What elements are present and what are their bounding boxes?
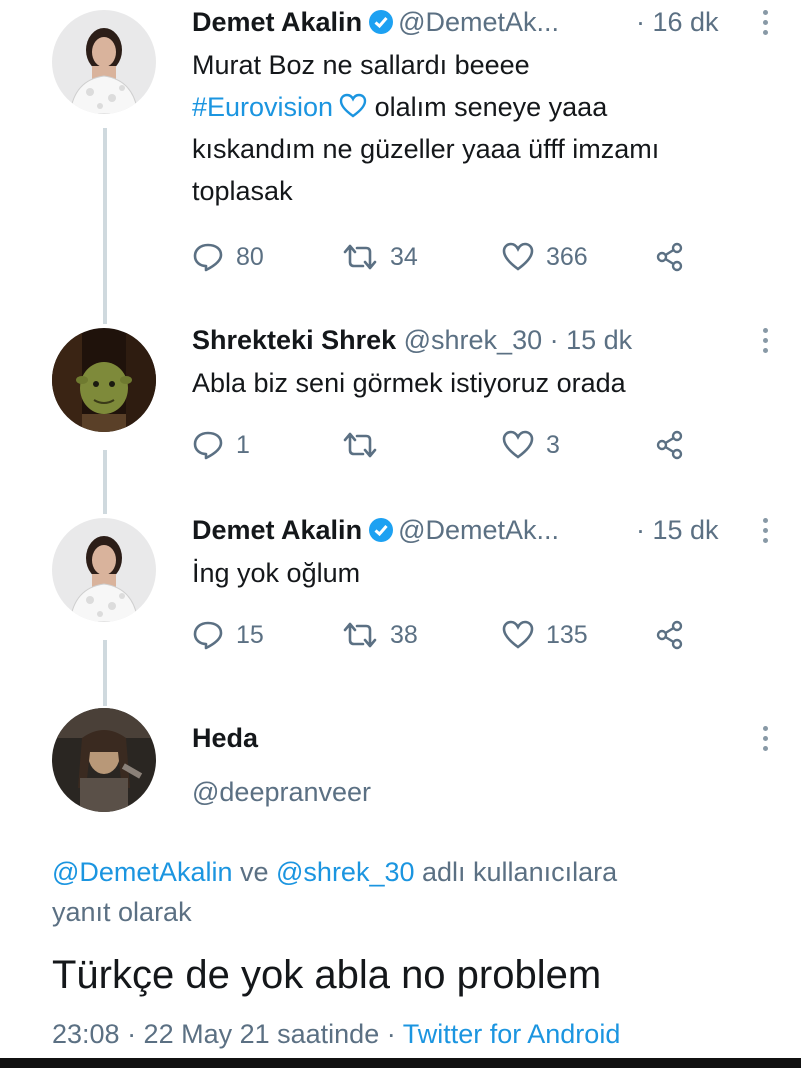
share-button[interactable] <box>654 240 698 274</box>
more-options-icon[interactable] <box>759 328 771 358</box>
tweet-text: Murat Boz ne sallardı beeee #Eurovision … <box>192 44 659 212</box>
reply-connector: ve <box>232 857 277 887</box>
avatar-demet-akalin[interactable] <box>52 518 156 622</box>
retweet-count: 34 <box>390 242 418 271</box>
share-button[interactable] <box>654 428 698 462</box>
tweet-actions: 80 34 366 <box>192 240 712 274</box>
user-handle[interactable]: @DemetAk... <box>398 515 559 545</box>
thread-line <box>103 640 107 706</box>
display-name[interactable]: Demet Akalin <box>192 7 362 37</box>
reply-suffix: yanıt olarak <box>52 897 192 927</box>
verified-badge-icon <box>369 10 394 34</box>
like-icon <box>502 242 534 271</box>
thread-line <box>103 128 107 324</box>
tweet-header: Shrekteki Shrek @shrek_30 · 15 dk <box>192 324 632 356</box>
tweet-actions: 1 3 <box>192 428 712 462</box>
tweet-text-line: #Eurovision olalım seneye yaaa <box>192 86 659 128</box>
reply-icon <box>193 431 223 460</box>
avatar-heda[interactable] <box>52 708 156 812</box>
display-name[interactable]: Shrekteki Shrek <box>192 325 396 355</box>
tweet-text: Abla biz seni görmek istiyoruz orada <box>192 368 626 398</box>
retweet-button[interactable]: 38 <box>342 618 418 652</box>
share-icon <box>656 242 683 272</box>
thread-line <box>103 450 107 514</box>
focused-tweet-text: Türkçe de yok abla no problem <box>52 953 602 997</box>
verified-badge-icon <box>369 518 394 542</box>
reply-count: 15 <box>236 620 264 649</box>
tweet-time[interactable]: · 16 dk <box>636 6 719 38</box>
like-icon <box>502 620 534 649</box>
replying-to: @DemetAkalin ve @shrek_30 adlı kullanıcı… <box>52 852 752 932</box>
retweet-icon <box>343 622 377 648</box>
share-icon <box>656 620 683 650</box>
avatar-demet-akalin[interactable] <box>52 10 156 114</box>
hashtag-link[interactable]: #Eurovision <box>192 92 333 122</box>
retweet-button[interactable] <box>342 428 390 462</box>
share-icon <box>656 430 683 460</box>
tweet-time[interactable]: · 15 dk <box>636 514 719 546</box>
focused-name: Heda <box>192 722 258 754</box>
retweet-icon <box>343 244 377 270</box>
like-button[interactable]: 366 <box>502 240 588 274</box>
display-name[interactable]: Heda <box>192 723 258 753</box>
tweet-timestamp[interactable]: 23:08 · 22 May 21 saatinde · <box>52 1019 403 1049</box>
user-handle[interactable]: @shrek_30 <box>404 325 542 355</box>
bottom-bar <box>0 1058 801 1068</box>
like-count: 135 <box>546 620 588 649</box>
tweet-header: Demet Akalin @DemetAk... <box>192 514 559 546</box>
retweet-icon <box>343 432 377 458</box>
retweet-button[interactable]: 34 <box>342 240 418 274</box>
tweet-text-line: Murat Boz ne sallardı beeee <box>192 50 530 80</box>
share-button[interactable] <box>654 618 698 652</box>
reply-count: 1 <box>236 430 250 459</box>
avatar-shrekteki-shrek[interactable] <box>52 328 156 432</box>
like-icon <box>502 430 534 459</box>
more-options-icon[interactable] <box>759 518 771 548</box>
tweet-text-fragment: olalım seneye yaaa <box>367 92 608 122</box>
more-options-icon[interactable] <box>759 726 771 756</box>
tweet-text: İng yok oğlum <box>192 558 361 588</box>
display-name[interactable]: Demet Akalin <box>192 515 362 545</box>
reply-count: 80 <box>236 242 264 271</box>
tweet-source-link[interactable]: Twitter for Android <box>403 1019 621 1049</box>
like-button[interactable]: 135 <box>502 618 588 652</box>
user-handle[interactable]: @deepranveer <box>192 777 371 807</box>
mention-link[interactable]: @shrek_30 <box>276 857 414 887</box>
reply-button[interactable]: 80 <box>192 240 264 274</box>
heart-emoji-icon <box>339 93 367 118</box>
like-count: 366 <box>546 242 588 271</box>
more-options-icon[interactable] <box>759 10 771 40</box>
focused-handle: @deepranveer <box>192 776 371 808</box>
retweet-count: 38 <box>390 620 418 649</box>
tweet-metadata: 23:08 · 22 May 21 saatinde · Twitter for… <box>52 1016 620 1052</box>
tweet-text-line: toplasak <box>192 176 293 206</box>
reply-suffix: adlı kullanıcılara <box>414 857 618 887</box>
reply-button[interactable]: 15 <box>192 618 264 652</box>
reply-icon <box>193 243 223 272</box>
user-handle[interactable]: @DemetAk... <box>398 7 559 37</box>
tweet-time[interactable]: · 15 dk <box>550 325 633 355</box>
reply-button[interactable]: 1 <box>192 428 250 462</box>
tweet-header: Demet Akalin @DemetAk... <box>192 6 559 38</box>
like-button[interactable]: 3 <box>502 428 560 462</box>
like-count: 3 <box>546 430 560 459</box>
tweet-text-line: kıskandım ne güzeller yaaa üfff imzamı <box>192 134 660 164</box>
mention-link[interactable]: @DemetAkalin <box>52 857 232 887</box>
tweet-actions: 15 38 135 <box>192 618 712 652</box>
reply-icon <box>193 621 223 650</box>
